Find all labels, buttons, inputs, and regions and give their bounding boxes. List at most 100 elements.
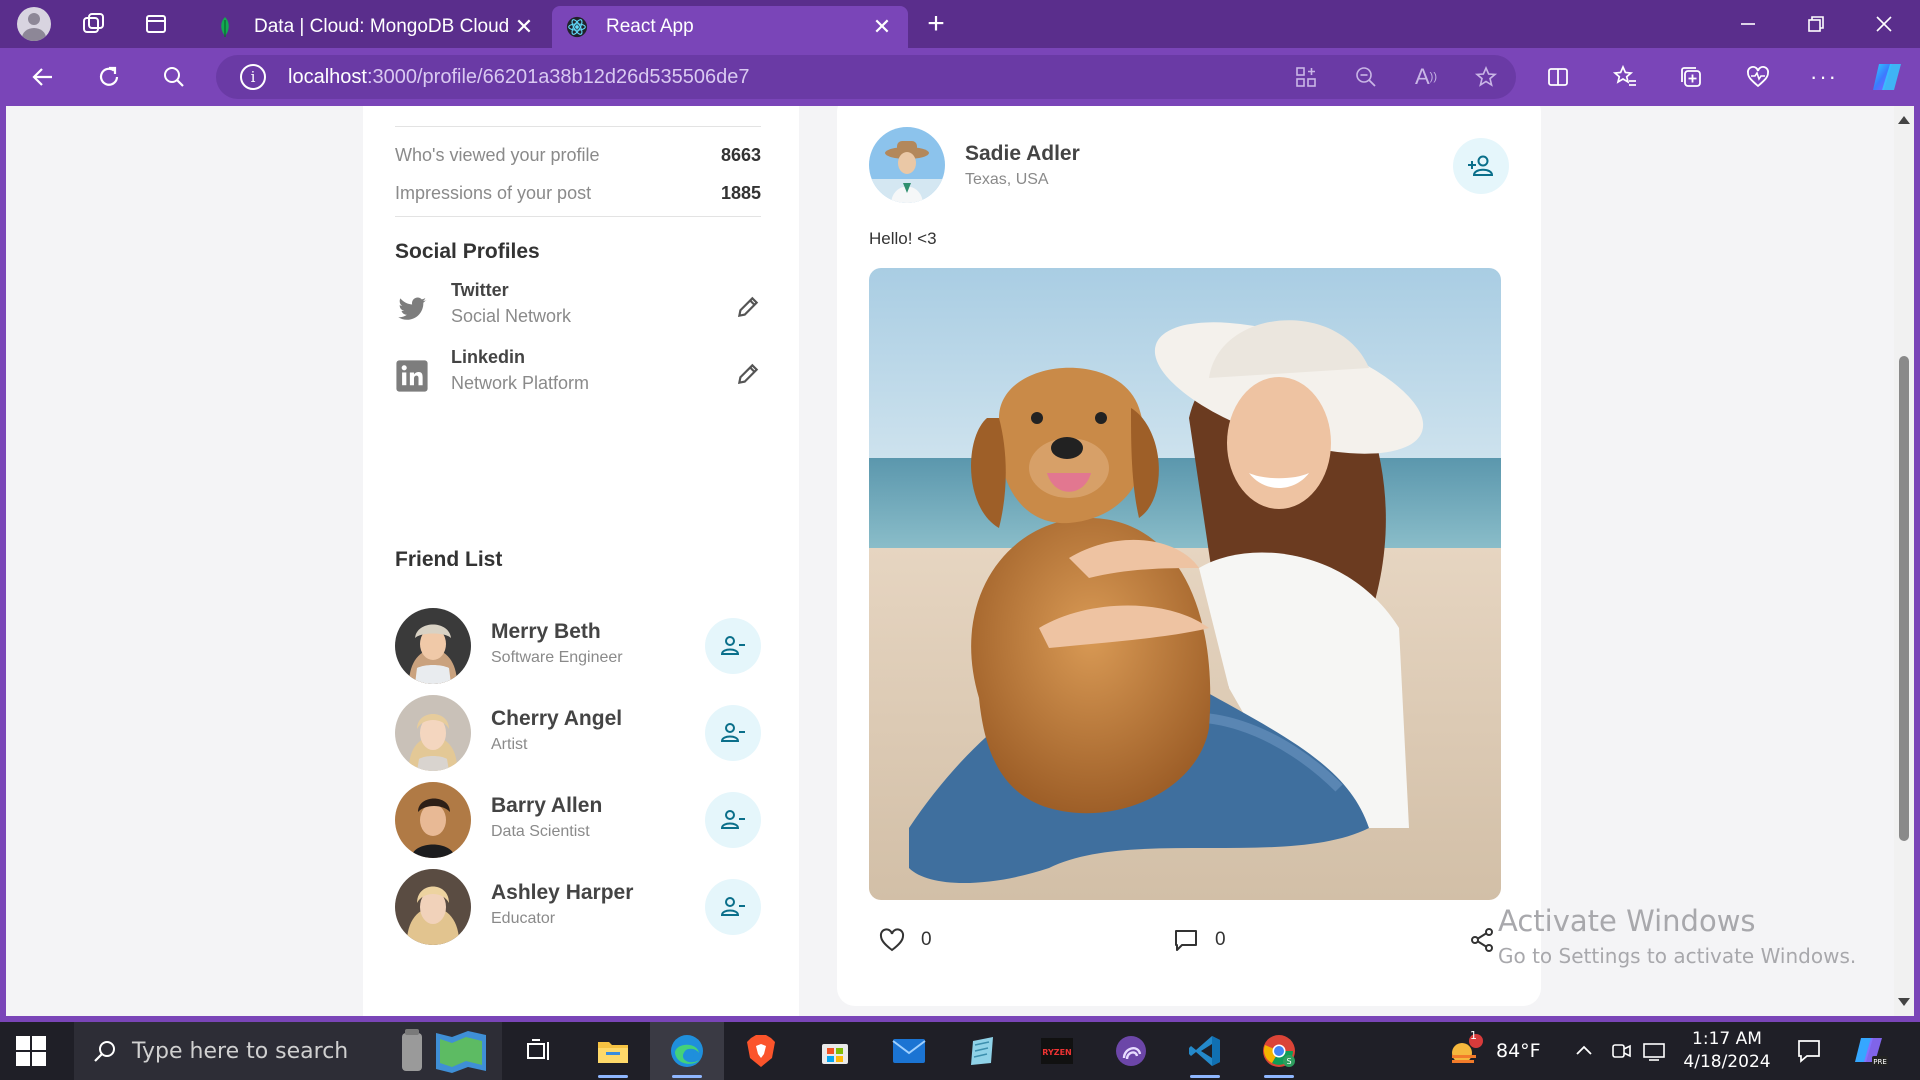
person-remove-icon bbox=[720, 723, 745, 742]
tor-browser-icon[interactable] bbox=[1094, 1022, 1168, 1080]
workspaces-icon[interactable] bbox=[72, 0, 116, 48]
favorites-icon[interactable] bbox=[1600, 48, 1650, 106]
edit-pencil-icon[interactable] bbox=[735, 361, 761, 387]
mail-icon[interactable] bbox=[872, 1022, 946, 1080]
microsoft-store-icon[interactable] bbox=[798, 1022, 872, 1080]
comment-button[interactable]: 0 bbox=[1173, 920, 1226, 960]
more-options-icon[interactable]: ··· bbox=[1799, 48, 1849, 106]
read-aloud-icon[interactable]: A)) bbox=[1396, 64, 1456, 90]
post-author-name[interactable]: Sadie Adler bbox=[965, 142, 1080, 166]
tab-mongodb[interactable]: Data | Cloud: MongoDB Cloud ✕ bbox=[200, 6, 550, 48]
post-actions: 0 0 bbox=[869, 920, 1509, 960]
stat-label: Impressions of your post bbox=[395, 183, 592, 203]
zoom-icon[interactable] bbox=[1336, 65, 1396, 89]
friend-name[interactable]: Merry Beth bbox=[491, 620, 601, 644]
browser-essentials-icon[interactable] bbox=[1733, 48, 1783, 106]
favorite-star-icon[interactable] bbox=[1456, 65, 1516, 89]
friend-item[interactable]: Merry Beth Software Engineer bbox=[395, 608, 761, 684]
edit-pencil-icon[interactable] bbox=[735, 294, 761, 320]
like-count: 0 bbox=[921, 929, 932, 950]
close-tab-icon[interactable]: ✕ bbox=[512, 14, 536, 40]
friend-item[interactable]: Cherry Angel Artist bbox=[395, 695, 761, 771]
vscode-icon[interactable] bbox=[1168, 1022, 1242, 1080]
tab-actions-icon[interactable] bbox=[134, 0, 178, 48]
weather-widget[interactable]: 1 84°F bbox=[1446, 1022, 1541, 1080]
avatar[interactable] bbox=[395, 608, 471, 684]
scroll-down-arrow-icon[interactable] bbox=[1898, 998, 1910, 1006]
refresh-icon[interactable] bbox=[84, 48, 134, 106]
friend-item[interactable]: Ashley Harper Educator bbox=[395, 869, 761, 945]
collections-icon[interactable] bbox=[1666, 48, 1716, 106]
twitter-icon bbox=[395, 292, 429, 326]
close-tab-icon[interactable]: ✕ bbox=[870, 14, 894, 40]
share-button[interactable] bbox=[1469, 920, 1495, 960]
search-icon bbox=[94, 1041, 115, 1062]
avatar[interactable] bbox=[869, 127, 945, 203]
minimize-icon[interactable] bbox=[1714, 0, 1782, 48]
ryzen-master-icon[interactable]: RYZEN bbox=[1020, 1022, 1094, 1080]
back-arrow-icon[interactable] bbox=[18, 48, 68, 106]
social-profiles-title: Social Profiles bbox=[395, 240, 540, 263]
page-scrollbar[interactable] bbox=[1894, 106, 1914, 1016]
search-highlight-icon bbox=[402, 1029, 486, 1073]
meet-now-icon[interactable] bbox=[1610, 1022, 1632, 1080]
avatar[interactable] bbox=[395, 782, 471, 858]
edge-taskbar-icon[interactable] bbox=[650, 1022, 724, 1080]
friend-occupation: Educator bbox=[491, 910, 556, 927]
page-content: Who's viewed your profile 8663 Impressio… bbox=[6, 106, 1894, 1016]
scrollbar-thumb[interactable] bbox=[1899, 356, 1909, 841]
friend-name[interactable]: Ashley Harper bbox=[491, 881, 633, 905]
watermark-title: Activate Windows bbox=[1498, 904, 1756, 938]
friend-name[interactable]: Cherry Angel bbox=[491, 707, 622, 731]
social-name: Linkedin bbox=[451, 347, 526, 367]
svg-text:RYZEN: RYZEN bbox=[1042, 1048, 1071, 1057]
url-path: :3000/profile/66201a38b12d26d535506de7 bbox=[366, 65, 750, 88]
weather-badge: 1 bbox=[1470, 1029, 1477, 1042]
stat-profile-views: Who's viewed your profile 8663 bbox=[395, 145, 761, 166]
window-frame-right bbox=[1914, 106, 1920, 1016]
network-icon[interactable] bbox=[1642, 1022, 1668, 1080]
add-friend-button[interactable] bbox=[1453, 138, 1509, 194]
new-tab-icon[interactable]: + bbox=[912, 0, 960, 48]
taskbar-search-box[interactable]: Type here to search bbox=[74, 1022, 502, 1080]
friend-name[interactable]: Barry Allen bbox=[491, 794, 602, 818]
close-window-icon[interactable] bbox=[1850, 0, 1918, 48]
avatar[interactable] bbox=[395, 869, 471, 945]
friend-item[interactable]: Barry Allen Data Scientist bbox=[395, 782, 761, 858]
split-screen-icon[interactable] bbox=[1533, 48, 1583, 106]
profile-button[interactable] bbox=[14, 0, 54, 48]
copilot-preview-icon[interactable]: PRE bbox=[1852, 1022, 1888, 1080]
task-view-icon[interactable] bbox=[502, 1022, 576, 1080]
brave-browser-icon[interactable] bbox=[724, 1022, 798, 1080]
linkedin-icon bbox=[395, 359, 429, 393]
profile-stats-card: Who's viewed your profile 8663 Impressio… bbox=[363, 106, 799, 572]
show-hidden-icons-chevron-icon[interactable] bbox=[1574, 1022, 1594, 1080]
scroll-up-arrow-icon[interactable] bbox=[1898, 116, 1910, 124]
search-icon[interactable] bbox=[149, 48, 199, 106]
avatar[interactable] bbox=[395, 695, 471, 771]
file-explorer-icon[interactable] bbox=[576, 1022, 650, 1080]
copilot-icon[interactable] bbox=[1862, 48, 1912, 106]
app-available-icon[interactable] bbox=[1276, 65, 1336, 89]
notepad-app-icon[interactable] bbox=[946, 1022, 1020, 1080]
system-clock[interactable]: 1:17 AM 4/18/2024 bbox=[1672, 1028, 1782, 1074]
svg-text:PRE: PRE bbox=[1873, 1058, 1887, 1066]
stat-value: 1885 bbox=[720, 183, 761, 203]
site-info-icon[interactable]: i bbox=[240, 64, 266, 90]
tab-react-app[interactable]: React App ✕ bbox=[552, 6, 908, 48]
comment-count: 0 bbox=[1215, 929, 1226, 950]
address-bar[interactable]: i localhost:3000/profile/66201a38b12d26d… bbox=[216, 55, 1516, 99]
remove-friend-button[interactable] bbox=[705, 792, 761, 848]
restore-icon[interactable] bbox=[1782, 0, 1850, 48]
remove-friend-button[interactable] bbox=[705, 618, 761, 674]
person-remove-icon bbox=[720, 810, 745, 829]
remove-friend-button[interactable] bbox=[705, 705, 761, 761]
chrome-icon[interactable]: S bbox=[1242, 1022, 1316, 1080]
like-button[interactable]: 0 bbox=[879, 920, 932, 960]
stat-label: Who's viewed your profile bbox=[395, 145, 600, 165]
remove-friend-button[interactable] bbox=[705, 879, 761, 935]
windows-start-icon[interactable] bbox=[16, 1036, 46, 1066]
social-item-linkedin: Linkedin Network Platform bbox=[395, 347, 761, 403]
notifications-icon[interactable] bbox=[1796, 1022, 1822, 1080]
divider bbox=[395, 216, 761, 217]
